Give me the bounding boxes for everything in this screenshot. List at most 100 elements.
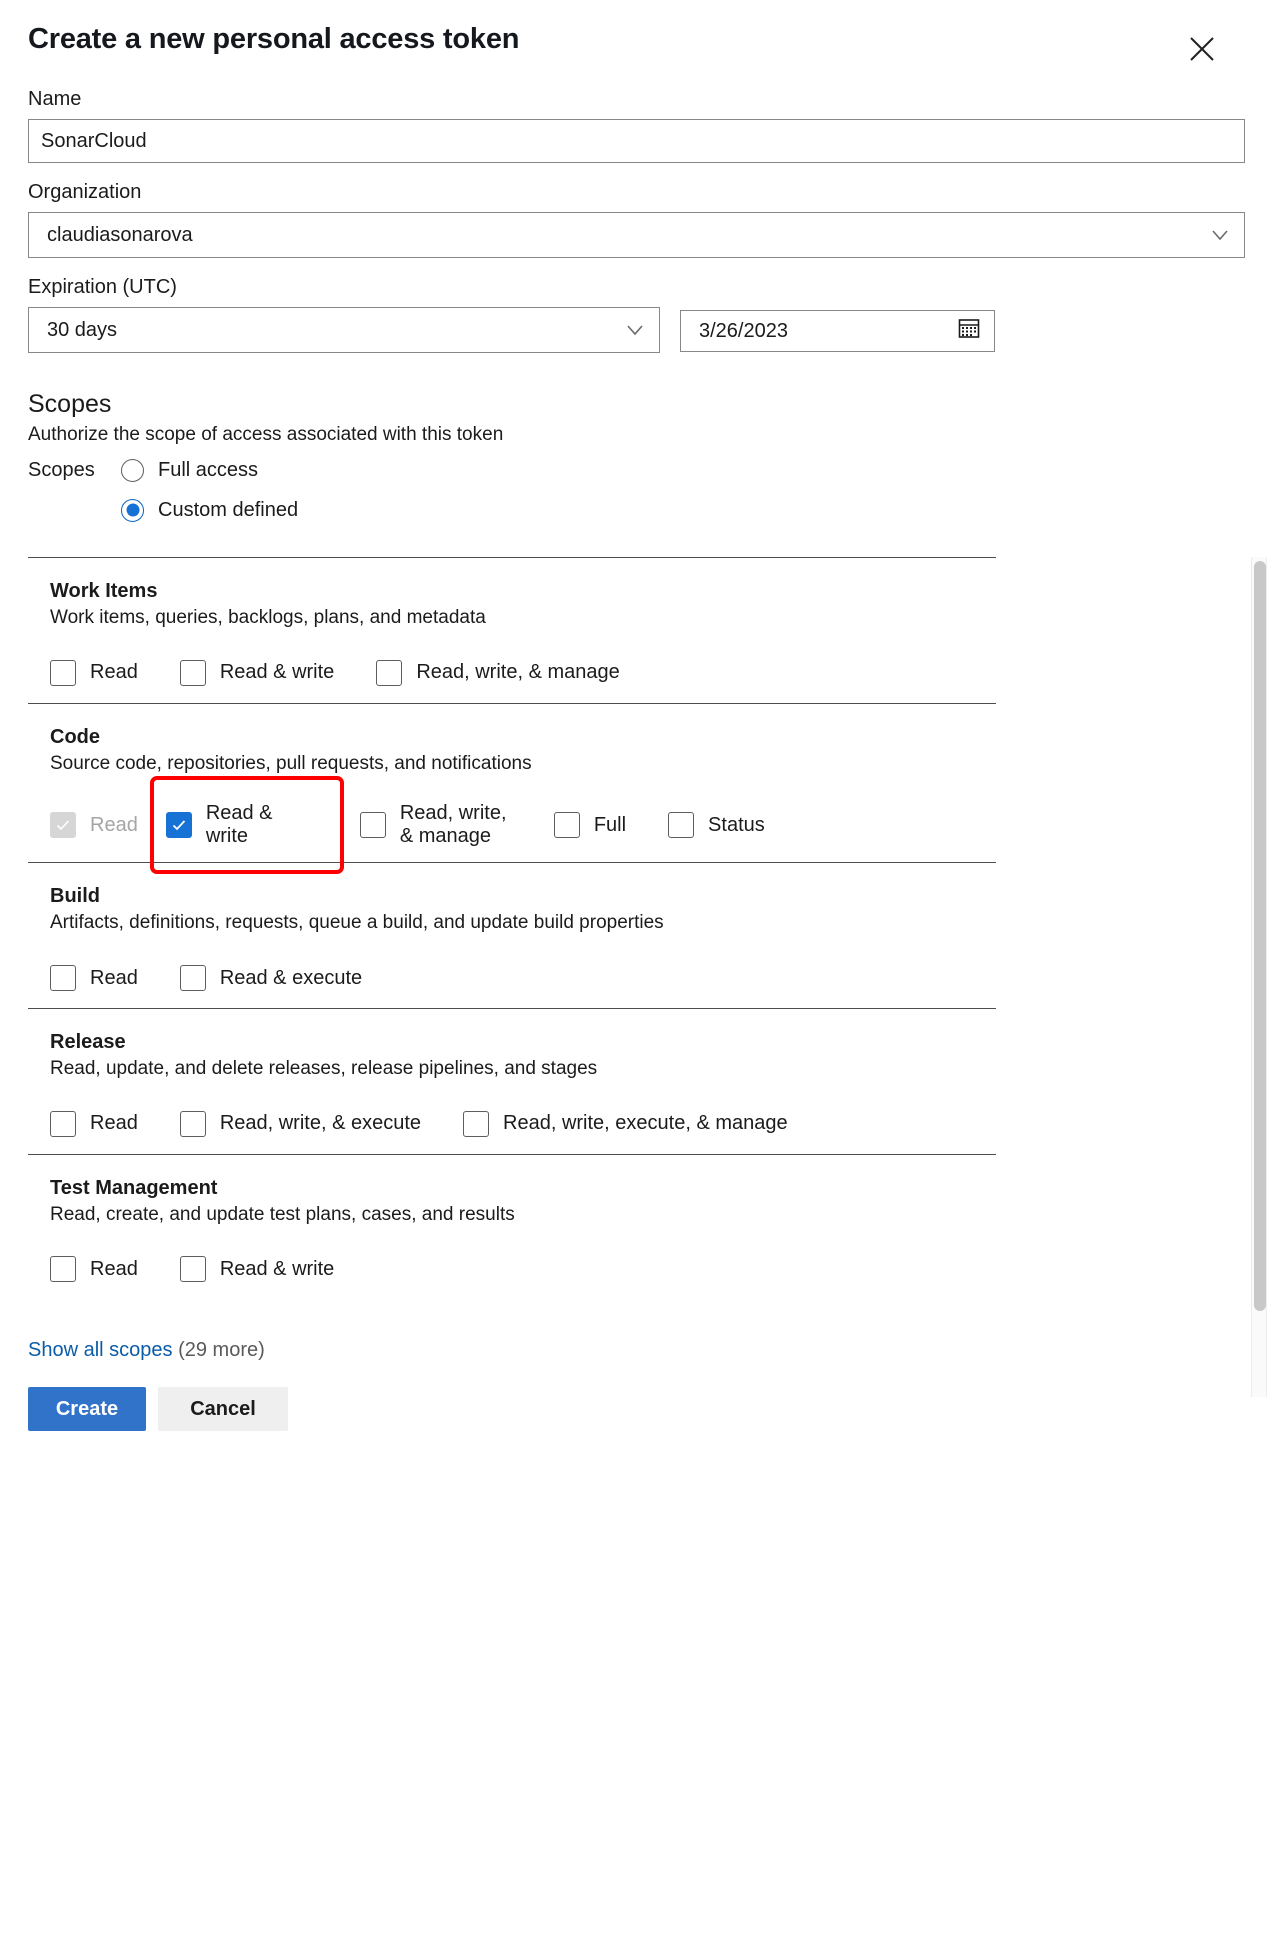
scope-group-title: Work Items xyxy=(50,578,996,604)
radio-label-full-access: Full access xyxy=(158,459,258,482)
expiration-value: 30 days xyxy=(47,319,117,342)
scopes-radio-group-label: Scopes xyxy=(28,459,121,482)
scope-group-build: Build Artifacts, definitions, requests, … xyxy=(28,863,996,1009)
highlight-annotation-read-write: Read & write xyxy=(150,776,344,874)
checkbox-item[interactable]: Status xyxy=(668,812,765,838)
checkbox-release-read-write-execute[interactable] xyxy=(180,1111,206,1137)
show-all-scopes-link[interactable]: Show all scopes xyxy=(28,1339,173,1361)
checkbox-item[interactable]: Read & write xyxy=(180,1256,335,1282)
checkbox-label: Read, write, & manage xyxy=(416,661,619,684)
scopes-radio-group: Scopes Full access Custom defined xyxy=(28,453,1245,527)
expiration-date-input[interactable]: 3/26/2023 xyxy=(680,310,995,352)
checkbox-label: Read & write xyxy=(220,1258,335,1281)
checkbox-item[interactable]: Read, write, & manage xyxy=(360,802,512,848)
radio-label-custom-defined: Custom defined xyxy=(158,499,298,522)
calendar-icon[interactable] xyxy=(956,315,982,347)
scope-group-description: Read, create, and update test plans, cas… xyxy=(50,1203,996,1228)
checkbox-work-items-read[interactable] xyxy=(50,660,76,686)
expiration-date-value: 3/26/2023 xyxy=(699,320,788,343)
scope-checkbox-row: Read Read & write xyxy=(50,1249,996,1289)
scope-list: Work Items Work items, queries, backlogs… xyxy=(28,557,996,1299)
checkbox-label: Status xyxy=(708,814,765,837)
checkbox-code-read-write[interactable] xyxy=(166,812,192,838)
name-input[interactable]: SonarCloud xyxy=(28,119,1245,163)
checkbox-item[interactable]: Read, write, & manage xyxy=(376,660,619,686)
scope-group-description: Source code, repositories, pull requests… xyxy=(50,752,996,777)
checkbox-code-read xyxy=(50,812,76,838)
scope-list-container: Work Items Work items, queries, backlogs… xyxy=(28,557,1245,1299)
expiration-select[interactable]: 30 days xyxy=(28,307,660,353)
checkbox-work-items-read-write-manage[interactable] xyxy=(376,660,402,686)
checkbox-label: Read & execute xyxy=(220,967,362,990)
organization-value: claudiasonarova xyxy=(47,224,193,247)
show-all-scopes-count: (29 more) xyxy=(178,1339,265,1361)
checkbox-item[interactable]: Read xyxy=(50,1256,138,1282)
checkbox-test-management-read[interactable] xyxy=(50,1256,76,1282)
checkbox-release-read-write-execute-manage[interactable] xyxy=(463,1111,489,1137)
scope-checkbox-row: Read Read, write, & execute Read, write,… xyxy=(50,1104,996,1144)
scope-checkbox-row: Read Read & execute xyxy=(50,958,996,998)
checkbox-release-read[interactable] xyxy=(50,1111,76,1137)
checkbox-test-management-read-write[interactable] xyxy=(180,1256,206,1282)
scope-checkbox-row: Read Read & write Read, write, & manage xyxy=(50,653,996,693)
checkbox-work-items-read-write[interactable] xyxy=(180,660,206,686)
radio-option-custom-defined[interactable]: Custom defined xyxy=(28,493,1245,527)
radio-full-access[interactable] xyxy=(121,459,144,482)
scope-group-title: Release xyxy=(50,1029,996,1055)
dialog-header: Create a new personal access token xyxy=(28,0,1245,86)
scope-list-scrollbar[interactable] xyxy=(1251,557,1267,1397)
scope-group-code: Code Source code, repositories, pull req… xyxy=(28,704,996,864)
checkbox-label: Read & write xyxy=(220,661,335,684)
checkbox-label: Read xyxy=(90,661,138,684)
checkbox-code-status[interactable] xyxy=(668,812,694,838)
scope-group-work-items: Work Items Work items, queries, backlogs… xyxy=(28,558,996,704)
scope-group-title: Build xyxy=(50,883,996,909)
organization-label: Organization xyxy=(28,179,1245,206)
chevron-down-icon xyxy=(1210,225,1230,245)
scope-group-description: Artifacts, definitions, requests, queue … xyxy=(50,911,996,936)
checkbox-label: Read xyxy=(90,967,138,990)
checkbox-build-read-execute[interactable] xyxy=(180,965,206,991)
checkbox-item[interactable]: Read, write, execute, & manage xyxy=(463,1111,788,1137)
scrollbar-thumb[interactable] xyxy=(1254,561,1266,1311)
scopes-heading: Scopes xyxy=(28,389,1245,420)
organization-select[interactable]: claudiasonarova xyxy=(28,212,1245,258)
scopes-subheading: Authorize the scope of access associated… xyxy=(28,423,1245,447)
scope-group-title: Test Management xyxy=(50,1175,996,1201)
close-icon[interactable] xyxy=(1181,28,1223,70)
checkbox-label: Read, write, execute, & manage xyxy=(503,1112,788,1135)
scope-group-description: Read, update, and delete releases, relea… xyxy=(50,1057,996,1082)
dialog-title: Create a new personal access token xyxy=(28,22,1245,57)
checkbox-build-read[interactable] xyxy=(50,965,76,991)
checkbox-item[interactable]: Full xyxy=(554,812,626,838)
checkbox-item[interactable]: Read xyxy=(50,1111,138,1137)
checkbox-label: Read, write, & execute xyxy=(220,1112,421,1135)
cancel-button[interactable]: Cancel xyxy=(158,1387,288,1431)
create-pat-dialog: Create a new personal access token Name … xyxy=(0,0,1273,1950)
show-all-scopes: Show all scopes (29 more) xyxy=(28,1337,1245,1363)
checkbox-label: Read xyxy=(90,1258,138,1281)
create-button[interactable]: Create xyxy=(28,1387,146,1431)
checkbox-item[interactable]: Read xyxy=(50,660,138,686)
chevron-down-icon xyxy=(625,320,645,340)
checkbox-item[interactable]: Read xyxy=(50,965,138,991)
checkbox-item[interactable]: Read, write, & execute xyxy=(180,1111,421,1137)
scope-checkbox-row: Read Read & write xyxy=(50,798,996,852)
checkbox-code-full[interactable] xyxy=(554,812,580,838)
expiration-row: 30 days 3/26/2023 xyxy=(28,307,1245,353)
dialog-actions: Create Cancel xyxy=(28,1387,1245,1431)
checkbox-label: Read & write xyxy=(206,802,318,848)
scope-group-release: Release Read, update, and delete release… xyxy=(28,1009,996,1155)
checkbox-label: Read xyxy=(90,1112,138,1135)
radio-option-full-access[interactable]: Scopes Full access xyxy=(28,453,1245,487)
checkbox-label: Read xyxy=(90,814,138,837)
checkbox-item[interactable]: Read & execute xyxy=(180,965,362,991)
radio-custom-defined[interactable] xyxy=(121,499,144,522)
checkbox-label: Full xyxy=(594,814,626,837)
scope-group-title: Code xyxy=(50,724,996,750)
checkbox-code-read-write-manage[interactable] xyxy=(360,812,386,838)
checkbox-item[interactable]: Read & write xyxy=(180,660,335,686)
checkbox-item[interactable]: Read & write xyxy=(166,802,318,848)
dialog-footer: Show all scopes (29 more) Create Cancel xyxy=(28,1337,1245,1431)
checkbox-label: Read, write, & manage xyxy=(400,802,512,848)
